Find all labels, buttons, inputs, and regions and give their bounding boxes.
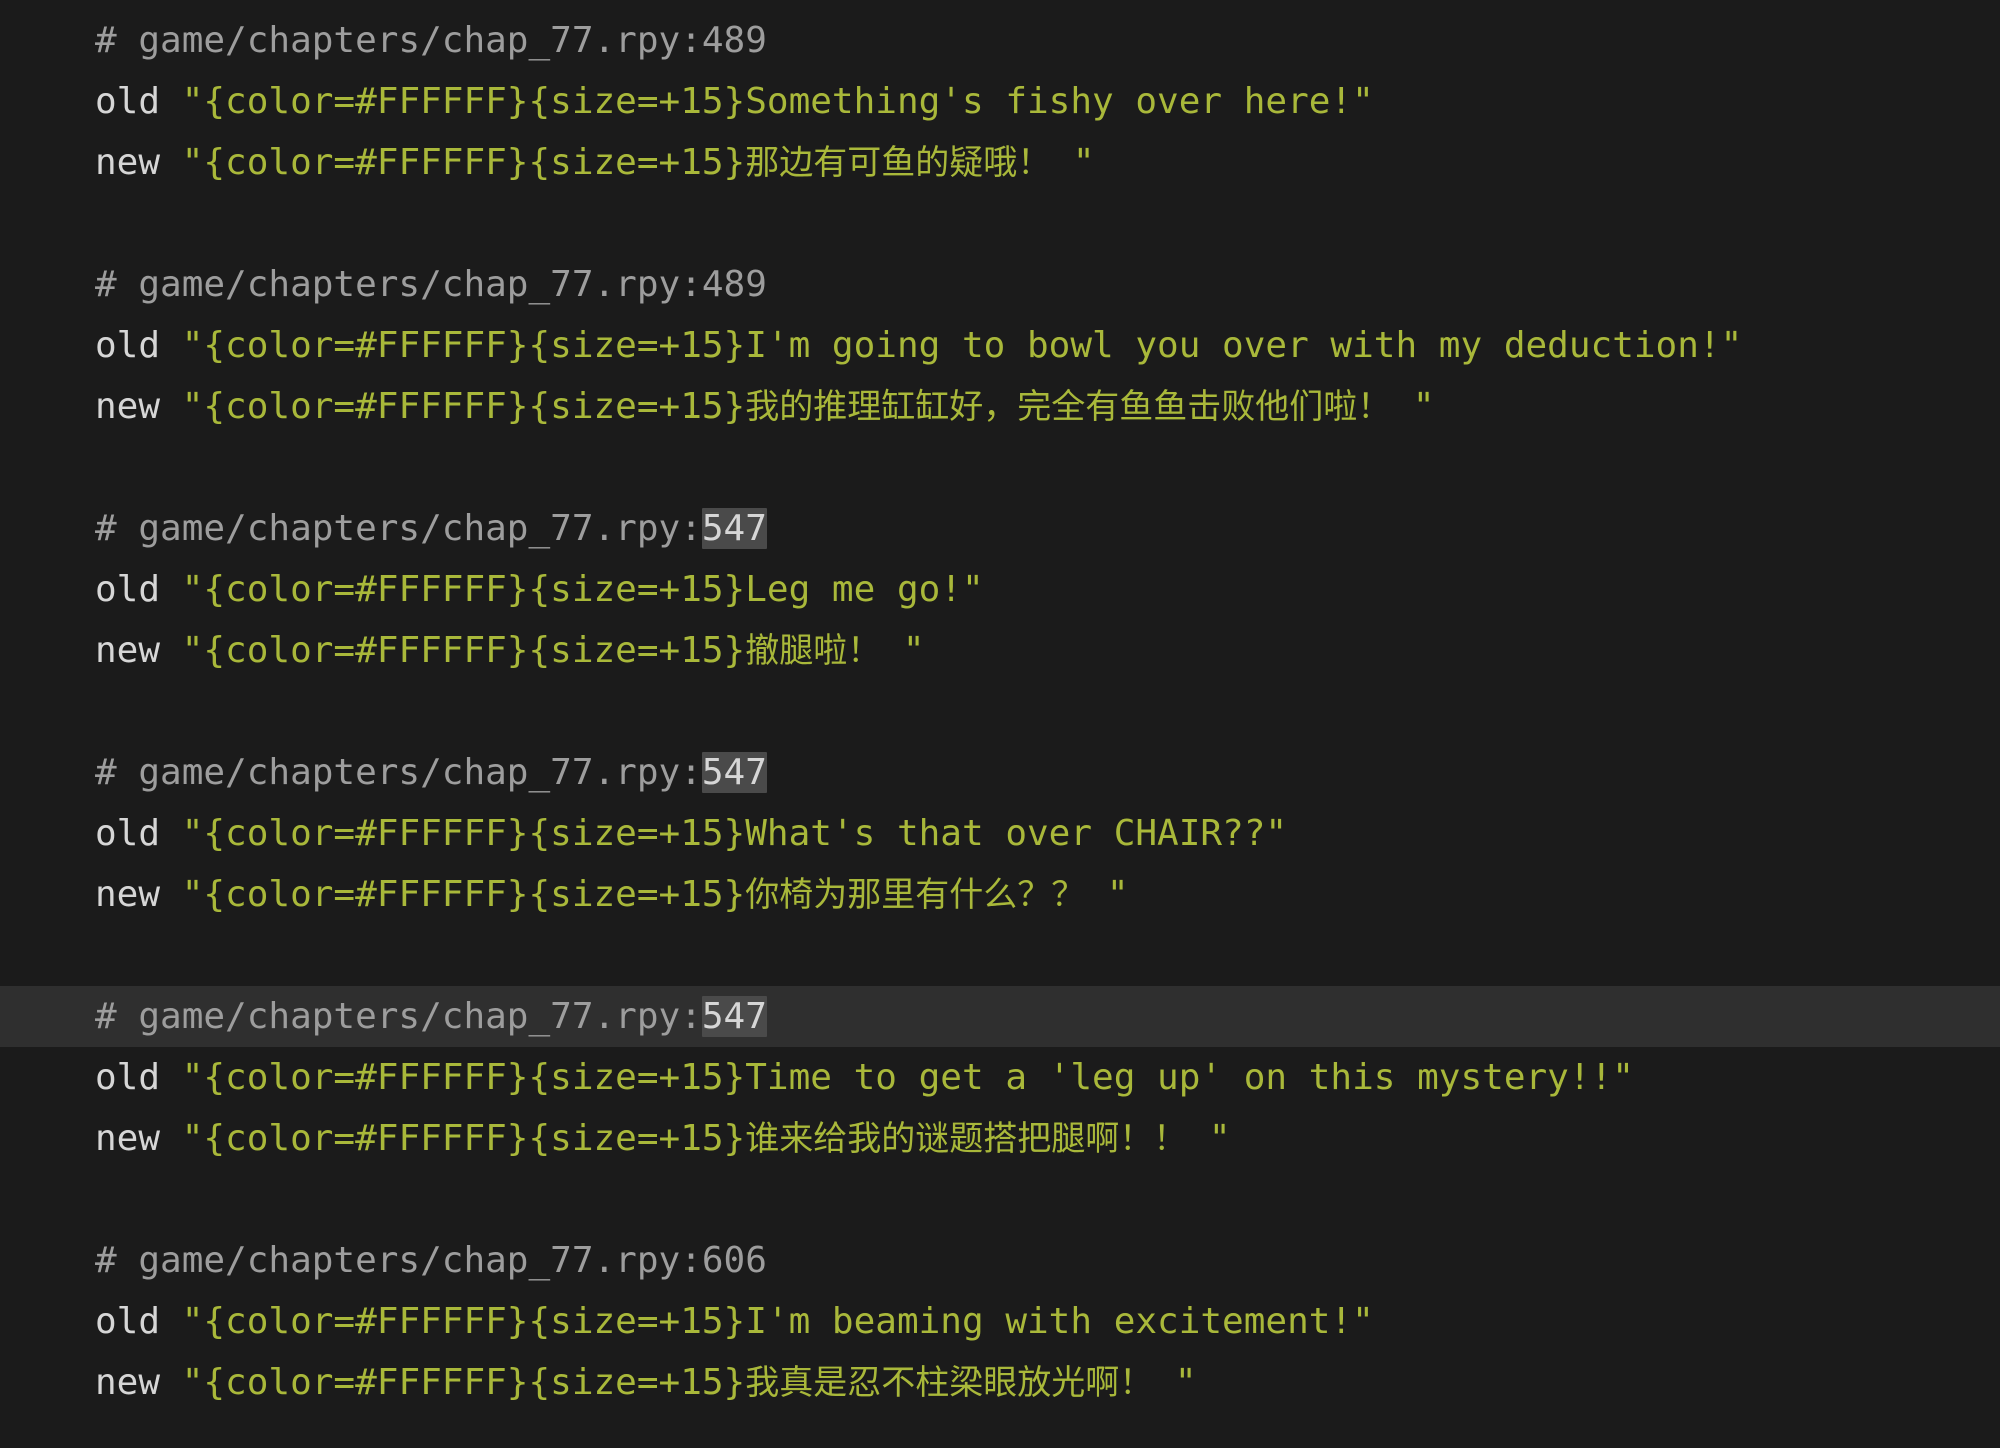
- string-close-quote: ": [1265, 813, 1288, 854]
- old-string-value: Something's fishy over here!: [745, 81, 1353, 122]
- comment-line[interactable]: # game/chapters/chap_77.rpy:489: [0, 10, 2000, 71]
- old-string-value: Time to get a 'leg up' on this mystery!!: [745, 1057, 1613, 1098]
- comment-line[interactable]: # game/chapters/chap_77.rpy:547: [0, 986, 2000, 1047]
- search-match-line-number: 547: [701, 508, 767, 549]
- string-open-tag: "{color=#FFFFFF}{size=+15}: [181, 630, 746, 671]
- new-keyword: new: [95, 874, 182, 915]
- new-string-line[interactable]: new "{color=#FFFFFF}{size=+15}我真是忍不柱梁眼放光…: [0, 1352, 2000, 1413]
- new-string-line[interactable]: new "{color=#FFFFFF}{size=+15}那边有可鱼的疑哦！ …: [0, 132, 2000, 193]
- new-string-line[interactable]: new "{color=#FFFFFF}{size=+15}谁来给我的谜题搭把腿…: [0, 1108, 2000, 1169]
- new-string-value: 我真是忍不柱梁眼放光啊！: [745, 1363, 1154, 1403]
- old-string-line[interactable]: old "{color=#FFFFFF}{size=+15}I'm going …: [0, 315, 2000, 376]
- string-close-quote: ": [1051, 142, 1095, 183]
- comment-line-number: 606: [701, 1240, 767, 1281]
- old-string-line[interactable]: old "{color=#FFFFFF}{size=+15}I'm beamin…: [0, 1291, 2000, 1352]
- new-keyword: new: [95, 1118, 182, 1159]
- string-close-quote: ": [1153, 1362, 1197, 1403]
- comment-line-number: 489: [701, 264, 767, 305]
- new-string-value: 撤腿啦！: [745, 631, 882, 671]
- string-close-quote: ": [1187, 1118, 1231, 1159]
- old-string-value: Leg me go!: [745, 569, 962, 610]
- comment-path: # game/chapters/chap_77.rpy:: [95, 996, 702, 1037]
- new-string-line[interactable]: new "{color=#FFFFFF}{size=+15}你椅为那里有什么？？…: [0, 864, 2000, 925]
- string-open-tag: "{color=#FFFFFF}{size=+15}: [181, 1362, 746, 1403]
- old-keyword: old: [95, 569, 182, 610]
- string-open-tag: "{color=#FFFFFF}{size=+15}: [181, 81, 746, 122]
- old-string-line[interactable]: old "{color=#FFFFFF}{size=+15}Something'…: [0, 71, 2000, 132]
- string-open-tag: "{color=#FFFFFF}{size=+15}: [181, 386, 746, 427]
- string-open-tag: "{color=#FFFFFF}{size=+15}: [181, 1057, 746, 1098]
- comment-path: # game/chapters/chap_77.rpy:: [95, 1240, 702, 1281]
- new-string-line[interactable]: new "{color=#FFFFFF}{size=+15}撤腿啦！ ": [0, 620, 2000, 681]
- comment-line-number: 489: [701, 20, 767, 61]
- comment-path: # game/chapters/chap_77.rpy:: [95, 20, 702, 61]
- search-match-line-number: 547: [701, 752, 767, 793]
- string-open-tag: "{color=#FFFFFF}{size=+15}: [181, 874, 746, 915]
- old-keyword: old: [95, 1057, 182, 1098]
- string-close-quote: ": [961, 569, 984, 610]
- old-keyword: old: [95, 325, 182, 366]
- string-close-quote: ": [1391, 386, 1435, 427]
- string-close-quote: ": [881, 630, 925, 671]
- new-string-value: 我的推理缸缸好，完全有鱼鱼击败他们啦！: [745, 387, 1392, 427]
- string-close-quote: ": [1352, 1301, 1374, 1342]
- old-keyword: old: [95, 813, 182, 854]
- new-keyword: new: [95, 386, 182, 427]
- old-string-value: What's that over CHAIR??: [745, 813, 1266, 854]
- old-keyword: old: [95, 1301, 182, 1342]
- comment-line[interactable]: # game/chapters/chap_77.rpy:547: [0, 498, 2000, 559]
- old-string-value: I'm beaming with excitement!: [745, 1301, 1353, 1342]
- code-editor-viewport[interactable]: # game/chapters/chap_77.rpy:489 old "{col…: [0, 0, 2000, 1448]
- new-keyword: new: [95, 630, 182, 671]
- comment-line[interactable]: # game/chapters/chap_77.rpy:547: [0, 742, 2000, 803]
- string-close-quote: ": [1612, 1057, 1634, 1098]
- old-string-value: I'm going to bowl you over with my deduc…: [745, 325, 1721, 366]
- string-open-tag: "{color=#FFFFFF}{size=+15}: [181, 325, 746, 366]
- string-open-tag: "{color=#FFFFFF}{size=+15}: [181, 142, 746, 183]
- old-string-line[interactable]: old "{color=#FFFFFF}{size=+15}Leg me go!…: [0, 559, 2000, 620]
- comment-path: # game/chapters/chap_77.rpy:: [95, 752, 702, 793]
- new-keyword: new: [95, 142, 182, 183]
- comment-line[interactable]: # game/chapters/chap_77.rpy:606: [0, 1230, 2000, 1291]
- old-string-line[interactable]: old "{color=#FFFFFF}{size=+15}What's tha…: [0, 803, 2000, 864]
- comment-line[interactable]: # game/chapters/chap_77.rpy:489: [0, 254, 2000, 315]
- string-open-tag: "{color=#FFFFFF}{size=+15}: [181, 1301, 746, 1342]
- string-close-quote: ": [1720, 325, 1743, 366]
- comment-path: # game/chapters/chap_77.rpy:: [95, 508, 702, 549]
- old-keyword: old: [95, 81, 182, 122]
- old-string-line[interactable]: old "{color=#FFFFFF}{size=+15}Time to ge…: [0, 1047, 2000, 1108]
- string-close-quote: ": [1085, 874, 1129, 915]
- search-match-line-number: 547: [701, 996, 767, 1037]
- new-string-value: 你椅为那里有什么？？: [745, 875, 1086, 915]
- new-string-line[interactable]: new "{color=#FFFFFF}{size=+15}我的推理缸缸好，完全…: [0, 376, 2000, 437]
- comment-path: # game/chapters/chap_77.rpy:: [95, 264, 702, 305]
- new-string-value: 谁来给我的谜题搭把腿啊！！: [745, 1119, 1188, 1159]
- string-open-tag: "{color=#FFFFFF}{size=+15}: [181, 569, 746, 610]
- string-open-tag: "{color=#FFFFFF}{size=+15}: [181, 1118, 746, 1159]
- string-open-tag: "{color=#FFFFFF}{size=+15}: [181, 813, 746, 854]
- new-string-value: 那边有可鱼的疑哦！: [745, 143, 1052, 183]
- string-close-quote: ": [1352, 81, 1374, 122]
- new-keyword: new: [95, 1362, 182, 1403]
